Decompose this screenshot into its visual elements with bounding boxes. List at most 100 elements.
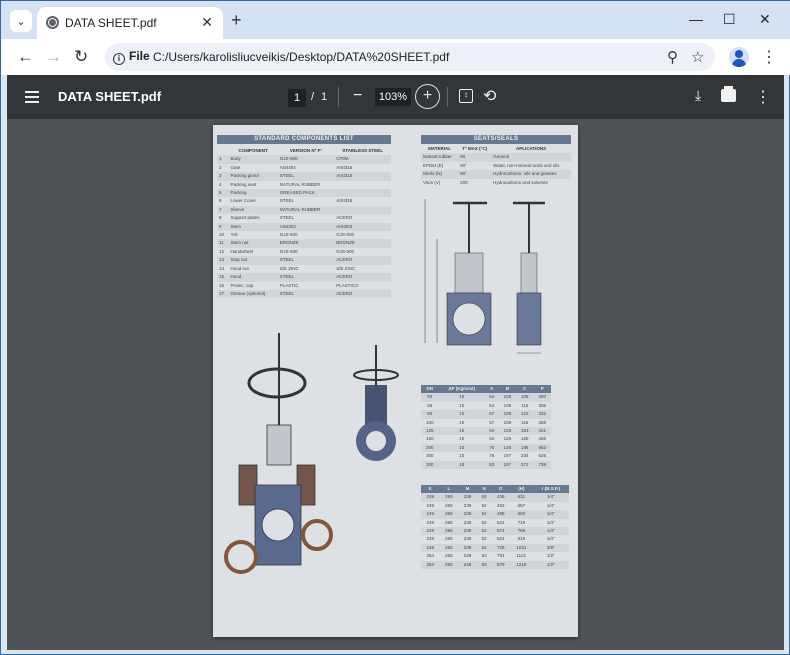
bookmark-star-icon[interactable]: ☆ bbox=[691, 48, 704, 66]
back-button[interactable]: ← bbox=[17, 47, 34, 67]
table-cell: BRONZE bbox=[277, 239, 335, 248]
tab-title: DATA SHEET.pdf bbox=[65, 16, 157, 30]
table-cell: AISI304 bbox=[279, 164, 296, 170]
sleeve-part-left bbox=[238, 464, 258, 506]
table-row: 7 Sleeve NATURAL RUBBER bbox=[217, 205, 391, 215]
table-cell: 15 bbox=[217, 273, 229, 282]
table-row: Natural rubber 90 General bbox=[421, 153, 571, 162]
column-header: A bbox=[484, 385, 499, 394]
page-number-input[interactable]: 1 bbox=[288, 89, 306, 107]
table-row: 80 10 57 109 122 332 bbox=[421, 410, 551, 419]
table-cell: 63 bbox=[476, 560, 492, 570]
table-cell: 819 bbox=[517, 536, 526, 542]
table-cell: STEEL bbox=[277, 273, 335, 282]
table-cell: S/E ZINC bbox=[279, 265, 299, 271]
table-cell: 265 bbox=[439, 560, 459, 570]
table-cell: ACERO bbox=[334, 256, 391, 265]
address-bar[interactable]: i File C:/Users/karolisliucveikis/Desktop… bbox=[105, 43, 715, 71]
table-cell: 300 bbox=[421, 460, 439, 470]
valve-3d-image bbox=[353, 345, 399, 461]
table-cell: 200 bbox=[460, 179, 468, 185]
reload-button[interactable]: ↻ bbox=[74, 47, 88, 67]
table-cell: 265 bbox=[445, 553, 453, 559]
table-row: 249 265 239 62 524 719 1/4" bbox=[421, 519, 569, 527]
menu-icon[interactable] bbox=[25, 91, 39, 103]
table-cell: 57 bbox=[489, 419, 495, 425]
table-cell: GREASED PACK bbox=[277, 189, 335, 198]
maximize-button[interactable]: ☐ bbox=[723, 11, 736, 27]
zoom-in-button[interactable]: + bbox=[415, 84, 440, 109]
table-cell: 100 bbox=[425, 419, 434, 425]
components-title: STANDARD COMPONENTS LIST bbox=[217, 135, 391, 144]
table-cell: 62 bbox=[476, 493, 492, 502]
table-cell: 122 bbox=[516, 410, 534, 419]
table-cell: 1121 bbox=[516, 553, 527, 559]
column-header: VERSION Nº F° bbox=[289, 148, 323, 153]
table-cell: STEEL bbox=[277, 172, 335, 181]
table-cell: Lower Cover bbox=[230, 198, 256, 204]
table-cell: 153 bbox=[516, 427, 534, 436]
table-cell: 1 bbox=[217, 155, 229, 164]
rotate-icon[interactable]: ⟲ bbox=[483, 86, 496, 106]
table-cell: 197 bbox=[503, 453, 512, 459]
new-tab-button[interactable]: + bbox=[231, 10, 242, 30]
table-cell: 126 bbox=[498, 427, 517, 436]
exploded-view-drawing bbox=[224, 333, 333, 574]
tab-close-icon[interactable]: ✕ bbox=[201, 14, 213, 30]
profile-avatar[interactable] bbox=[729, 47, 749, 67]
table-cell: 1/2" bbox=[546, 553, 555, 559]
table-cell: 197 bbox=[498, 460, 517, 470]
print-icon[interactable] bbox=[721, 86, 736, 102]
table-cell: STEEL bbox=[279, 198, 294, 204]
handwheel-part bbox=[247, 367, 307, 399]
table-cell: 83 bbox=[484, 460, 499, 470]
dimensions-table-1: DN ΔP (Kg/cm2) A B C P 50 10 54 109 106 280 65 10 54 10… bbox=[421, 385, 551, 470]
tab-search-button[interactable]: ⌄ bbox=[10, 10, 32, 32]
table-cell: 239 bbox=[458, 543, 477, 553]
url-text[interactable]: C:/Users/karolisliucveikis/Desktop/DATA%… bbox=[153, 50, 449, 64]
table-row: 249 265 239 62 488 683 1/4" bbox=[421, 510, 569, 519]
table-row: 10 Yok GJS-500 GJS-500 bbox=[217, 231, 391, 239]
zoom-icon[interactable]: ⚲ bbox=[667, 48, 678, 66]
download-icon[interactable]: ⤓ bbox=[695, 87, 701, 104]
fit-page-icon[interactable]: ↕ bbox=[459, 89, 473, 103]
table-header-row: COMPONENT VERSION Nº F° STAINLESS STEEL bbox=[217, 147, 391, 155]
table-cell: 54 bbox=[489, 402, 495, 408]
gate-part bbox=[266, 424, 292, 466]
table-cell: 16 bbox=[219, 282, 225, 288]
site-info-chip[interactable]: i File bbox=[113, 49, 150, 65]
table-cell: STEEL bbox=[277, 256, 335, 265]
column-header bbox=[217, 147, 228, 155]
table-cell: BRONZE bbox=[334, 239, 391, 248]
zoom-level-input[interactable]: 103% bbox=[375, 88, 411, 106]
table-cell: Packing gland bbox=[228, 172, 278, 181]
table-cell: STEEL bbox=[277, 289, 335, 299]
minimize-button[interactable]: — bbox=[689, 11, 703, 27]
table-cell: 10 bbox=[438, 443, 485, 453]
table-cell: 249 bbox=[421, 527, 440, 536]
more-options-icon[interactable]: ⋮ bbox=[755, 87, 771, 107]
table-cell: 368 bbox=[538, 419, 546, 425]
table-cell: 11 bbox=[217, 239, 229, 248]
table-cell: Stem bbox=[228, 222, 278, 232]
column-header: DN bbox=[421, 385, 439, 394]
table-row: 249 265 239 62 462 657 1/4" bbox=[421, 502, 569, 510]
forward-button[interactable]: → bbox=[45, 47, 62, 67]
yoke-side bbox=[520, 252, 538, 294]
table-cell: GJS-500 bbox=[279, 248, 298, 254]
tab-data-sheet[interactable]: DATA SHEET.pdf ✕ bbox=[37, 7, 223, 39]
table-cell: S/E ZINC bbox=[336, 265, 356, 271]
table-cell: GJS-500 bbox=[336, 232, 354, 238]
close-window-button[interactable]: ✕ bbox=[759, 11, 771, 27]
table-row: 5 Packing GREASED PACK bbox=[217, 189, 391, 198]
zoom-out-button[interactable]: − bbox=[353, 87, 362, 105]
table-cell: 1/4" bbox=[546, 536, 555, 542]
table-cell: 57 bbox=[484, 410, 499, 419]
column-header: P bbox=[533, 385, 551, 394]
table-cell: Grease (optional) bbox=[228, 289, 278, 299]
table-cell: PLASTIC bbox=[279, 282, 299, 288]
table-cell: 879 bbox=[491, 560, 511, 570]
globe-icon bbox=[46, 16, 59, 29]
table-row: Nitrilo (N) 90° Hydrocarbons, oils and gre… bbox=[421, 170, 571, 179]
browser-menu-icon[interactable]: ⋮ bbox=[761, 47, 777, 67]
